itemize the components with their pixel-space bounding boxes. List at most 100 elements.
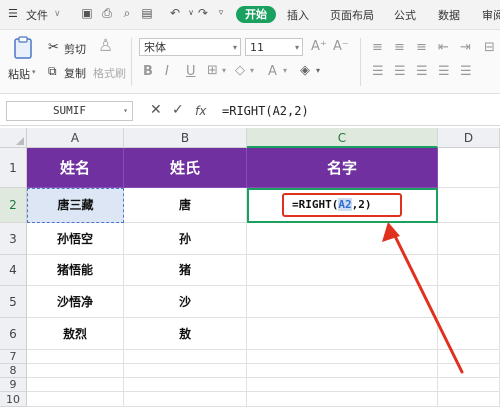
column-header-a[interactable]: A — [27, 128, 124, 148]
cell-a6[interactable]: 敖烈 — [27, 318, 124, 350]
fill-color-icon[interactable]: ◇ — [235, 63, 245, 78]
row-header-3[interactable]: 3 — [0, 223, 27, 255]
tab-formulas[interactable]: 公式 — [394, 7, 416, 23]
formula-input[interactable]: =RIGHT(A2,2) — [222, 101, 496, 121]
font-color-dropdown-icon[interactable]: ▾ — [283, 66, 287, 75]
align-left-icon[interactable]: ☰ — [372, 64, 384, 79]
column-header-b[interactable]: B — [124, 128, 247, 148]
cell-c2-editing[interactable]: =RIGHT(A2,2) — [247, 188, 438, 223]
border-dropdown-icon[interactable]: ▾ — [222, 66, 226, 75]
cell-b4[interactable]: 猪 — [124, 255, 247, 286]
undo-icon[interactable]: ↶ — [168, 6, 182, 20]
row-header-7[interactable]: 7 — [0, 350, 27, 364]
border-icon[interactable]: ⊞ — [207, 63, 218, 78]
customize-toolbar-icon[interactable]: ▿ — [214, 6, 228, 20]
cancel-icon[interactable]: ✕ — [150, 102, 162, 118]
cell-a1[interactable]: 姓名 — [27, 148, 124, 188]
merge-icon[interactable]: ⊟ — [484, 40, 495, 55]
chevron-down-icon[interactable]: ∨ — [54, 9, 61, 19]
print-icon[interactable]: ⎙ — [100, 6, 114, 20]
align-right-icon[interactable]: ☰ — [416, 64, 428, 79]
bold-icon[interactable]: B — [143, 64, 153, 79]
cell-a9[interactable] — [27, 378, 124, 392]
cell-a5[interactable]: 沙悟净 — [27, 286, 124, 318]
align-middle-icon[interactable]: ≡ — [394, 40, 405, 55]
save-icon[interactable]: ▣ — [80, 6, 94, 20]
cell-b7[interactable] — [124, 350, 247, 364]
indent-increase-icon[interactable]: ⇥ — [460, 40, 471, 55]
cell-b1[interactable]: 姓氏 — [124, 148, 247, 188]
cell-a7[interactable] — [27, 350, 124, 364]
cell-c6[interactable] — [247, 318, 438, 350]
row-header-9[interactable]: 9 — [0, 378, 27, 392]
cell-c10[interactable] — [247, 392, 438, 407]
cell-d10[interactable] — [438, 392, 500, 407]
align-bottom-icon[interactable]: ≡ — [416, 40, 427, 55]
row-header-10[interactable]: 10 — [0, 392, 27, 407]
cell-c1[interactable]: 名字 — [247, 148, 438, 188]
menu-icon[interactable]: ☰ — [8, 7, 18, 20]
cell-d5[interactable] — [438, 286, 500, 318]
tab-insert[interactable]: 插入 — [287, 7, 309, 23]
cell-c5[interactable] — [247, 286, 438, 318]
print-preview-icon[interactable]: ⌕ — [120, 6, 134, 20]
cell-d9[interactable] — [438, 378, 500, 392]
file-menu[interactable]: 文件 — [26, 7, 48, 23]
row-header-4[interactable]: 4 — [0, 255, 27, 286]
cell-b8[interactable] — [124, 364, 247, 378]
enter-icon[interactable]: ✓ — [172, 102, 184, 118]
cell-c4[interactable] — [247, 255, 438, 286]
select-all-corner[interactable] — [0, 128, 27, 148]
tab-data[interactable]: 数据 — [438, 7, 460, 23]
redo-icon[interactable]: ↷ — [196, 6, 210, 20]
cell-d1[interactable] — [438, 148, 500, 188]
column-header-d[interactable]: D — [438, 128, 500, 148]
cell-c7[interactable] — [247, 350, 438, 364]
clear-format-icon[interactable]: ◈ — [300, 63, 310, 78]
clear-dropdown-icon[interactable]: ▾ — [316, 66, 320, 75]
cell-d7[interactable] — [438, 350, 500, 364]
tab-review[interactable]: 审阅 — [482, 7, 500, 23]
font-color-icon[interactable]: A — [268, 64, 277, 79]
cell-c8[interactable] — [247, 364, 438, 378]
decrease-font-icon[interactable]: A⁻ — [333, 39, 349, 54]
row-header-8[interactable]: 8 — [0, 364, 27, 378]
cell-b9[interactable] — [124, 378, 247, 392]
cell-a2[interactable]: 唐三藏 — [27, 188, 124, 223]
cell-d8[interactable] — [438, 364, 500, 378]
italic-icon[interactable]: I — [165, 64, 169, 79]
copy-button[interactable]: 复制 — [64, 65, 86, 81]
tab-home[interactable]: 开始 — [236, 6, 276, 23]
cell-c9[interactable] — [247, 378, 438, 392]
column-header-c[interactable]: C — [247, 128, 438, 148]
indent-decrease-icon[interactable]: ⇤ — [438, 40, 449, 55]
cell-a10[interactable] — [27, 392, 124, 407]
paste-dropdown-icon[interactable]: ▾ — [32, 68, 36, 76]
paste-button[interactable]: 粘贴 ▾ — [8, 36, 38, 86]
row-header-2[interactable]: 2 — [0, 188, 27, 223]
font-name-select[interactable]: 宋体 ▾ — [139, 38, 241, 56]
cell-d4[interactable] — [438, 255, 500, 286]
cell-b6[interactable]: 敖 — [124, 318, 247, 350]
insert-function-icon[interactable]: fx — [195, 104, 206, 118]
cell-d2[interactable] — [438, 188, 500, 223]
row-header-6[interactable]: 6 — [0, 318, 27, 350]
cell-d3[interactable] — [438, 223, 500, 255]
row-header-5[interactable]: 5 — [0, 286, 27, 318]
cell-a3[interactable]: 孙悟空 — [27, 223, 124, 255]
name-box[interactable]: SUMIF ▾ — [6, 101, 133, 121]
row-header-1[interactable]: 1 — [0, 148, 27, 188]
format-painter-button[interactable]: 格式刷 — [93, 65, 126, 81]
justify-icon[interactable]: ☰ — [438, 64, 450, 79]
cut-button[interactable]: 剪切 — [64, 41, 86, 57]
distribute-icon[interactable]: ☰ — [460, 64, 472, 79]
cell-a4[interactable]: 猪悟能 — [27, 255, 124, 286]
export-pdf-icon[interactable]: ▤ — [140, 6, 154, 20]
cell-b3[interactable]: 孙 — [124, 223, 247, 255]
cell-b10[interactable] — [124, 392, 247, 407]
cell-c3[interactable] — [247, 223, 438, 255]
cell-a8[interactable] — [27, 364, 124, 378]
align-center-icon[interactable]: ☰ — [394, 64, 406, 79]
font-size-select[interactable]: 11 ▾ — [245, 38, 303, 56]
increase-font-icon[interactable]: A⁺ — [311, 39, 327, 54]
